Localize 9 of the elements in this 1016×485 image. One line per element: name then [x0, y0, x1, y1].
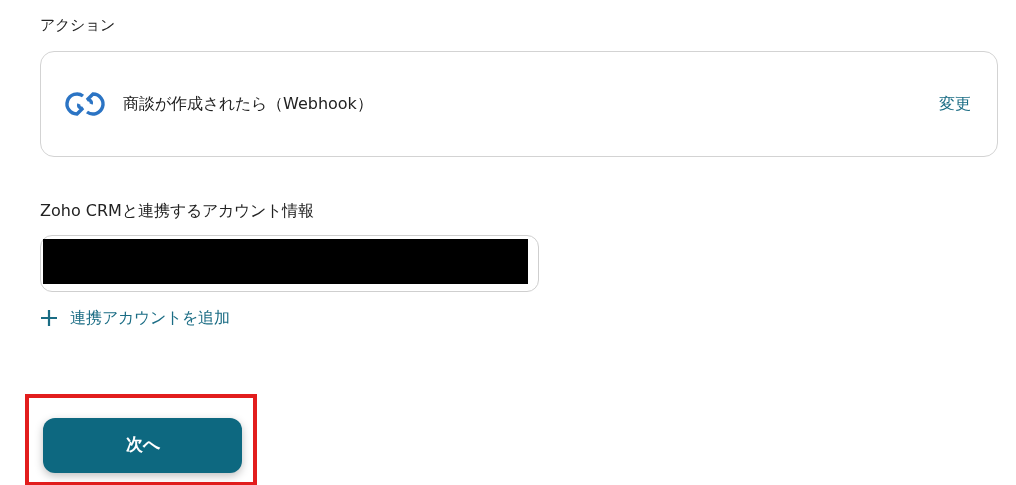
account-label: Zoho CRMと連携するアカウント情報 [40, 199, 315, 222]
section-label: アクション [40, 15, 116, 36]
plus-icon [40, 308, 58, 327]
action-title: 商談が作成されたら（Webhook） [123, 92, 373, 115]
account-field[interactable] [40, 234, 539, 292]
change-link[interactable]: 変更 [939, 91, 971, 116]
linked-rings-icon [63, 89, 107, 118]
add-account-link[interactable]: 連携アカウントを追加 [40, 305, 230, 330]
next-button[interactable]: 次へ [43, 417, 242, 473]
